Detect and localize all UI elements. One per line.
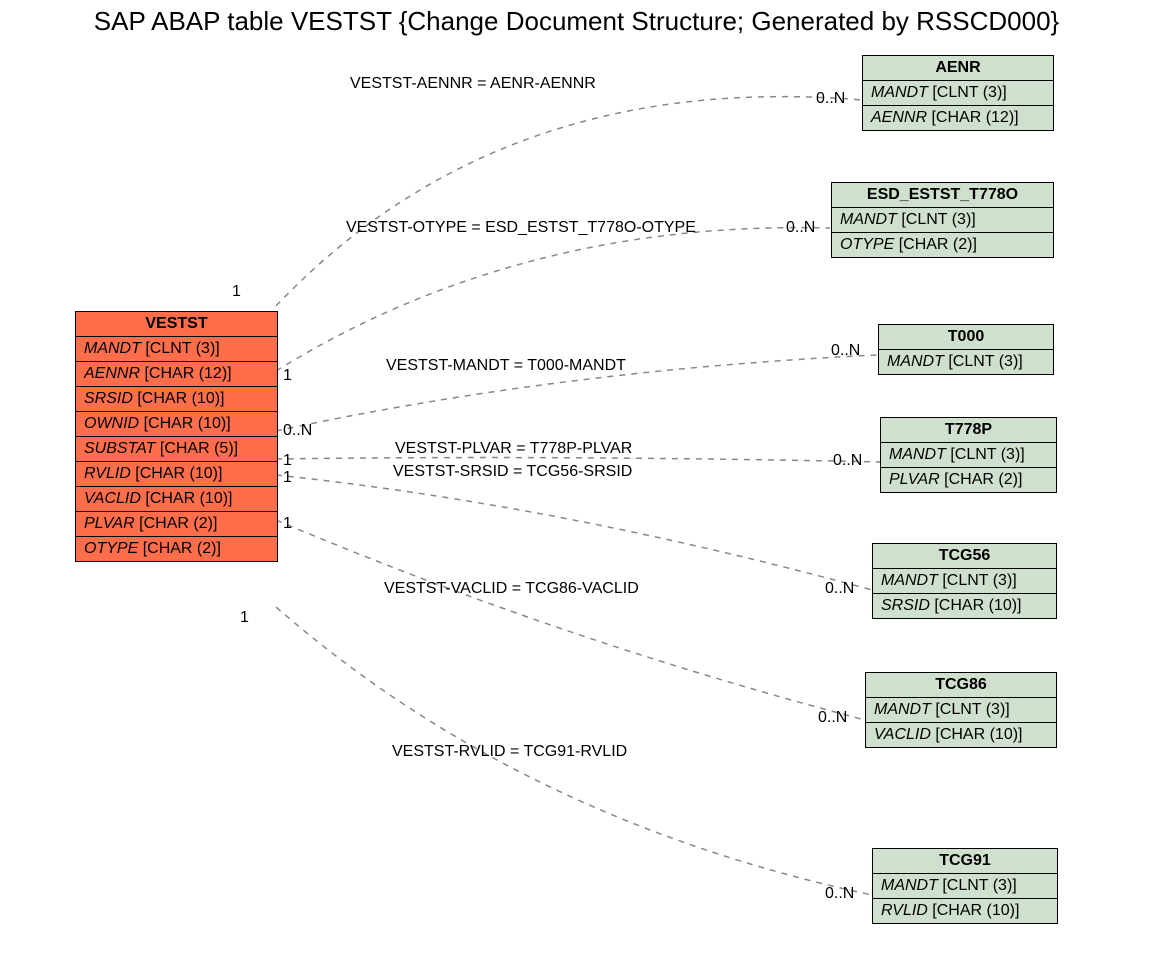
cardinality-right: 0..N bbox=[825, 885, 854, 903]
entity-tcg86: TCG86 MANDT [CLNT (3)] VACLID [CHAR (10)… bbox=[865, 672, 1057, 748]
entity-header: T000 bbox=[879, 325, 1053, 350]
field-row: MANDT [CLNT (3)] bbox=[76, 337, 277, 362]
diagram-title: SAP ABAP table VESTST {Change Document S… bbox=[0, 6, 1153, 37]
field-row: SUBSTAT [CHAR (5)] bbox=[76, 437, 277, 462]
cardinality-left: 1 bbox=[283, 515, 292, 533]
cardinality-left: 1 bbox=[283, 367, 292, 385]
cardinality-left: 1 bbox=[232, 283, 241, 301]
cardinality-right: 0..N bbox=[831, 342, 860, 360]
field-row: MANDT [CLNT (3)] bbox=[873, 874, 1057, 899]
entity-t000: T000 MANDT [CLNT (3)] bbox=[878, 324, 1054, 375]
field-row: MANDT [CLNT (3)] bbox=[879, 350, 1053, 374]
edge-label: VESTST-MANDT = T000-MANDT bbox=[386, 357, 626, 375]
field-row: MANDT [CLNT (3)] bbox=[832, 208, 1053, 233]
field-row: SRSID [CHAR (10)] bbox=[76, 387, 277, 412]
cardinality-left: 1 bbox=[283, 452, 292, 470]
cardinality-left: 1 bbox=[283, 469, 292, 487]
entity-tcg91: TCG91 MANDT [CLNT (3)] RVLID [CHAR (10)] bbox=[872, 848, 1058, 924]
field-row: AENNR [CHAR (12)] bbox=[863, 106, 1053, 130]
field-row: SRSID [CHAR (10)] bbox=[873, 594, 1056, 618]
field-row: VACLID [CHAR (10)] bbox=[866, 723, 1056, 747]
field-row: VACLID [CHAR (10)] bbox=[76, 487, 277, 512]
field-row: PLVAR [CHAR (2)] bbox=[881, 468, 1056, 492]
field-row: OTYPE [CHAR (2)] bbox=[832, 233, 1053, 257]
entity-header: ESD_ESTST_T778O bbox=[832, 183, 1053, 208]
edge-label: VESTST-SRSID = TCG56-SRSID bbox=[393, 463, 632, 481]
field-row: OTYPE [CHAR (2)] bbox=[76, 537, 277, 561]
entity-vestst: VESTST MANDT [CLNT (3)] AENNR [CHAR (12)… bbox=[75, 311, 278, 562]
field-row: AENNR [CHAR (12)] bbox=[76, 362, 277, 387]
field-row: RVLID [CHAR (10)] bbox=[873, 899, 1057, 923]
edge-label: VESTST-PLVAR = T778P-PLVAR bbox=[395, 440, 632, 458]
cardinality-right: 0..N bbox=[786, 219, 815, 237]
field-row: RVLID [CHAR (10)] bbox=[76, 462, 277, 487]
field-row: MANDT [CLNT (3)] bbox=[873, 569, 1056, 594]
entity-header: TCG56 bbox=[873, 544, 1056, 569]
entity-tcg56: TCG56 MANDT [CLNT (3)] SRSID [CHAR (10)] bbox=[872, 543, 1057, 619]
cardinality-right: 0..N bbox=[833, 452, 862, 470]
entity-header: VESTST bbox=[76, 312, 277, 337]
cardinality-right: 0..N bbox=[825, 580, 854, 598]
field-row: PLVAR [CHAR (2)] bbox=[76, 512, 277, 537]
entity-header: TCG91 bbox=[873, 849, 1057, 874]
field-row: MANDT [CLNT (3)] bbox=[863, 81, 1053, 106]
cardinality-right: 0..N bbox=[816, 90, 845, 108]
edge-label: VESTST-AENNR = AENR-AENNR bbox=[350, 75, 596, 93]
cardinality-left: 1 bbox=[240, 609, 249, 627]
entity-t778p: T778P MANDT [CLNT (3)] PLVAR [CHAR (2)] bbox=[880, 417, 1057, 493]
entity-aenr: AENR MANDT [CLNT (3)] AENNR [CHAR (12)] bbox=[862, 55, 1054, 131]
edge-label: VESTST-OTYPE = ESD_ESTST_T778O-OTYPE bbox=[346, 219, 696, 237]
entity-header: TCG86 bbox=[866, 673, 1056, 698]
field-row: MANDT [CLNT (3)] bbox=[881, 443, 1056, 468]
cardinality-right: 0..N bbox=[818, 709, 847, 727]
field-row: MANDT [CLNT (3)] bbox=[866, 698, 1056, 723]
entity-header: AENR bbox=[863, 56, 1053, 81]
cardinality-left: 0..N bbox=[283, 422, 312, 440]
edge-label: VESTST-RVLID = TCG91-RVLID bbox=[392, 743, 627, 761]
entity-esd-estst-t778o: ESD_ESTST_T778O MANDT [CLNT (3)] OTYPE [… bbox=[831, 182, 1054, 258]
edge-label: VESTST-VACLID = TCG86-VACLID bbox=[384, 580, 639, 598]
field-row: OWNID [CHAR (10)] bbox=[76, 412, 277, 437]
entity-header: T778P bbox=[881, 418, 1056, 443]
